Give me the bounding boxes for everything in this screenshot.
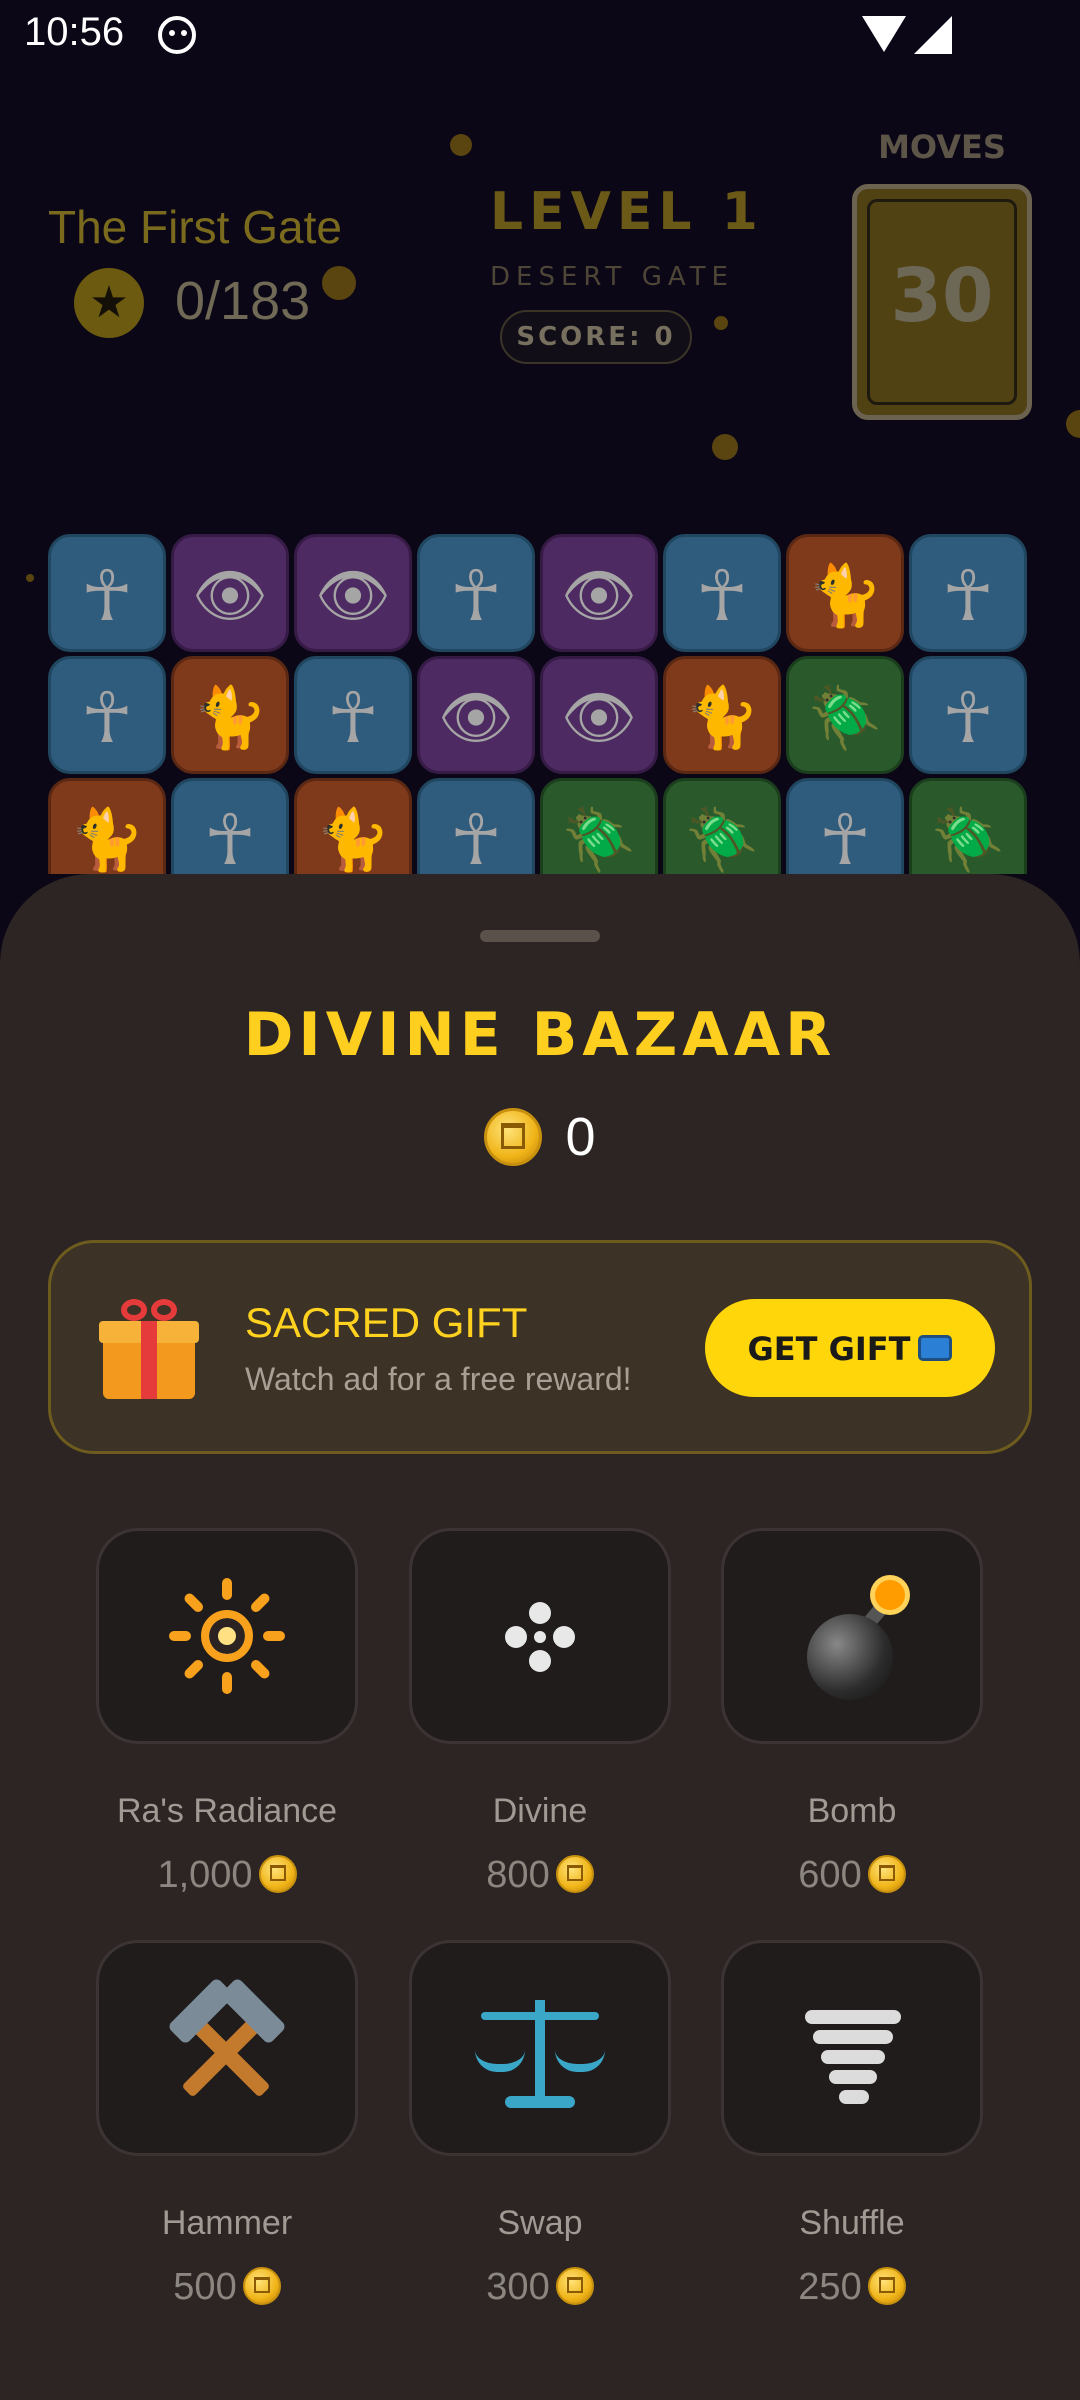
- bomb-icon: [721, 1528, 983, 1744]
- coin-icon: [555, 1854, 594, 1893]
- coin-icon: [484, 1108, 543, 1166]
- tile-ankh[interactable]: ☥: [786, 778, 904, 874]
- item-name: Divine: [492, 1792, 588, 1830]
- tile-cat[interactable]: 🐈: [294, 778, 412, 874]
- moves-value: 30: [890, 253, 994, 339]
- wifi-icon: [862, 16, 906, 52]
- score-badge: SCORE: 0: [500, 310, 692, 364]
- particle: [712, 434, 738, 460]
- tile-scarab[interactable]: 🪲: [540, 778, 658, 874]
- moves-counter: 30: [852, 184, 1032, 420]
- coin-icon: [242, 2266, 281, 2305]
- tornado-icon: [721, 1940, 983, 2156]
- gift-title: SACRED GIFT: [245, 1299, 528, 1346]
- tile-cat[interactable]: 🐈: [48, 778, 166, 874]
- item-name: Ra's Radiance: [116, 1792, 338, 1830]
- particle: [1066, 410, 1080, 438]
- tile-ankh[interactable]: ☥: [48, 656, 166, 774]
- tile-scarab[interactable]: 🪲: [663, 778, 781, 874]
- level-title: LEVEL 1: [490, 182, 764, 242]
- four-point-cross-icon: [409, 1528, 671, 1744]
- star-count: 0/183: [175, 271, 311, 331]
- tile-ankh[interactable]: ☥: [48, 534, 166, 652]
- sun-icon: [96, 1528, 358, 1744]
- tile-eye[interactable]: 👁: [540, 534, 658, 652]
- coin-balance: 0: [0, 1106, 1080, 1168]
- get-gift-button-label: GET GIFT: [747, 1330, 911, 1368]
- tile-ankh[interactable]: ☥: [417, 778, 535, 874]
- tile-eye[interactable]: 👁: [171, 534, 289, 652]
- cell-signal-icon: [914, 16, 952, 54]
- tile-cat[interactable]: 🐈: [786, 534, 904, 652]
- tile-ankh[interactable]: ☥: [171, 778, 289, 874]
- item-price: 300: [379, 2266, 701, 2309]
- level-name: The First Gate: [48, 201, 342, 253]
- tile-scarab[interactable]: 🪲: [786, 656, 904, 774]
- level-subtitle: DESERT GATE: [490, 262, 734, 292]
- particle: [714, 316, 728, 330]
- tile-eye[interactable]: 👁: [540, 656, 658, 774]
- item-price: 1,000: [66, 1854, 388, 1897]
- tile-cat[interactable]: 🐈: [663, 656, 781, 774]
- coin-icon: [258, 1854, 297, 1893]
- item-name: Bomb: [807, 1792, 897, 1830]
- sacred-gift-card: SACRED GIFT Watch ad for a free reward! …: [48, 1240, 1032, 1454]
- item-price: 250: [691, 2266, 1013, 2309]
- coin-icon: [867, 2266, 906, 2305]
- tile-ankh[interactable]: ☥: [663, 534, 781, 652]
- tv-icon: [918, 1335, 953, 1361]
- game-board[interactable]: ☥ 👁 👁 ☥ 👁 ☥ 🐈 ☥ ☥ 🐈 ☥ 👁 👁 🐈 🪲 ☥ 🐈 ☥ 🐈 ☥ 🪲 🪲 ☥ 🪲: [48, 534, 1032, 874]
- hammer-pick-icon: [96, 1940, 358, 2156]
- gift-subtitle: Watch ad for a free reward!: [245, 1361, 632, 1397]
- moves-label: MOVES: [878, 128, 1006, 166]
- particle: [322, 266, 356, 300]
- sheet-title: DIVINE BAZAAR: [243, 1000, 837, 1070]
- tile-ankh[interactable]: ☥: [909, 534, 1027, 652]
- particle: [26, 574, 34, 582]
- coin-balance-value: 0: [565, 1107, 596, 1167]
- tile-eye[interactable]: 👁: [294, 534, 412, 652]
- status-time: 10:56: [24, 10, 125, 54]
- tile-ankh[interactable]: ☥: [417, 534, 535, 652]
- gift-icon: [99, 1299, 199, 1399]
- item-price: 600: [691, 1854, 1013, 1897]
- particle: [450, 134, 472, 156]
- app-notification-icon: [158, 16, 196, 54]
- tile-ankh[interactable]: ☥: [909, 656, 1027, 774]
- tile-scarab[interactable]: 🪲: [909, 778, 1027, 874]
- item-name: Hammer: [161, 2204, 293, 2242]
- tile-ankh[interactable]: ☥: [294, 656, 412, 774]
- coin-icon: [867, 1854, 906, 1893]
- balance-scale-icon: [409, 1940, 671, 2156]
- status-bar: 10:56: [0, 0, 1080, 70]
- get-gift-button[interactable]: GET GIFT: [705, 1299, 995, 1397]
- tile-eye[interactable]: 👁: [417, 656, 535, 774]
- item-name: Swap: [497, 2204, 583, 2242]
- item-price: 800: [379, 1854, 701, 1897]
- sheet-drag-handle[interactable]: [480, 930, 600, 942]
- divine-bazaar-sheet: DIVINE BAZAAR 0 SACRED GIFT Watch ad for…: [0, 874, 1080, 2400]
- coin-icon: [555, 2266, 594, 2305]
- item-name: Shuffle: [799, 2204, 905, 2242]
- tile-cat[interactable]: 🐈: [171, 656, 289, 774]
- item-price: 500: [66, 2266, 388, 2309]
- star-icon: ★: [74, 268, 144, 338]
